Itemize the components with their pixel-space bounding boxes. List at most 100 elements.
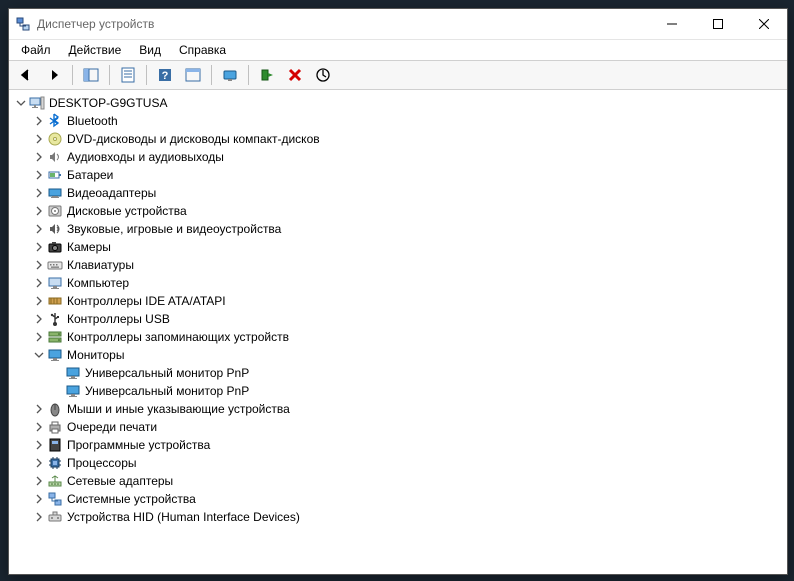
expand-icon[interactable] — [31, 257, 47, 273]
tree-category-node[interactable]: Компьютер — [11, 274, 785, 292]
menu-file[interactable]: Файл — [13, 41, 59, 59]
tree-category-node[interactable]: Мыши и иные указывающие устройства — [11, 400, 785, 418]
tree-category-node[interactable]: Устройства HID (Human Interface Devices) — [11, 508, 785, 526]
tree-node-label: Аудиовходы и аудиовыходы — [67, 148, 224, 166]
tree-device-node[interactable]: Универсальный монитор PnP — [11, 382, 785, 400]
toolbar-separator — [146, 65, 147, 85]
printer-icon — [47, 419, 63, 435]
expand-icon[interactable] — [31, 113, 47, 129]
tree-node-label: Контроллеры запоминающих устройств — [67, 328, 289, 346]
expand-icon[interactable] — [31, 311, 47, 327]
expand-icon[interactable] — [31, 203, 47, 219]
titlebar[interactable]: Диспетчер устройств — [9, 9, 787, 40]
expand-icon[interactable] — [31, 329, 47, 345]
tree-category-node[interactable]: DVD-дисководы и дисководы компакт-дисков — [11, 130, 785, 148]
scan-hardware-button[interactable] — [217, 62, 243, 88]
expand-icon[interactable] — [31, 221, 47, 237]
expand-icon[interactable] — [31, 149, 47, 165]
window-controls — [649, 9, 787, 39]
device-tree[interactable]: DESKTOP-G9GTUSABluetoothDVD-дисководы и … — [9, 90, 787, 574]
expand-icon[interactable] — [31, 293, 47, 309]
expand-icon[interactable] — [31, 401, 47, 417]
expand-icon[interactable] — [31, 473, 47, 489]
tree-category-node[interactable]: Батареи — [11, 166, 785, 184]
network-icon — [47, 473, 63, 489]
hid-icon — [47, 509, 63, 525]
close-button[interactable] — [741, 9, 787, 39]
tree-category-node[interactable]: Процессоры — [11, 454, 785, 472]
tree-category-node[interactable]: Системные устройства — [11, 490, 785, 508]
tree-category-node[interactable]: Звуковые, игровые и видеоустройства — [11, 220, 785, 238]
usb-icon — [47, 311, 63, 327]
tree-node-label: Звуковые, игровые и видеоустройства — [67, 220, 281, 238]
expand-icon[interactable] — [31, 239, 47, 255]
expand-icon[interactable] — [31, 491, 47, 507]
tree-device-node[interactable]: Универсальный монитор PnP — [11, 364, 785, 382]
minimize-button[interactable] — [649, 9, 695, 39]
tree-category-node[interactable]: Видеоадаптеры — [11, 184, 785, 202]
monitor-icon — [65, 383, 81, 399]
toolbar-separator — [109, 65, 110, 85]
tree-category-node[interactable]: Камеры — [11, 238, 785, 256]
maximize-button[interactable] — [695, 9, 741, 39]
properties-button[interactable] — [115, 62, 141, 88]
expand-icon[interactable] — [31, 167, 47, 183]
window-title: Диспетчер устройств — [37, 17, 649, 31]
expand-icon[interactable] — [31, 275, 47, 291]
expand-icon[interactable] — [31, 419, 47, 435]
tree-category-node[interactable]: Мониторы — [11, 346, 785, 364]
update-driver-button[interactable] — [310, 62, 336, 88]
expand-icon[interactable] — [31, 455, 47, 471]
device-manager-window: Диспетчер устройств Файл Действие Вид Сп… — [8, 8, 788, 575]
tree-category-node[interactable]: Клавиатуры — [11, 256, 785, 274]
tree-node-label: Сетевые адаптеры — [67, 472, 173, 490]
uninstall-device-button[interactable] — [282, 62, 308, 88]
disc-icon — [47, 131, 63, 147]
tree-node-label: Универсальный монитор PnP — [85, 382, 249, 400]
tree-node-label: Дисковые устройства — [67, 202, 187, 220]
collapse-icon[interactable] — [31, 347, 47, 363]
menu-action[interactable]: Действие — [61, 41, 130, 59]
expand-icon[interactable] — [31, 509, 47, 525]
monitor-icon — [47, 347, 63, 363]
sound-icon — [47, 221, 63, 237]
keyboard-icon — [47, 257, 63, 273]
forward-button[interactable] — [41, 62, 67, 88]
expand-icon[interactable] — [31, 131, 47, 147]
menu-view[interactable]: Вид — [131, 41, 169, 59]
collapse-icon[interactable] — [13, 95, 29, 111]
tree-category-node[interactable]: Очереди печати — [11, 418, 785, 436]
tree-node-label: DESKTOP-G9GTUSA — [49, 94, 167, 112]
menu-help[interactable]: Справка — [171, 41, 234, 59]
tree-category-node[interactable]: Контроллеры IDE ATA/ATAPI — [11, 292, 785, 310]
tree-root-node[interactable]: DESKTOP-G9GTUSA — [11, 94, 785, 112]
tree-category-node[interactable]: Аудиовходы и аудиовыходы — [11, 148, 785, 166]
system-icon — [47, 491, 63, 507]
back-button[interactable] — [13, 62, 39, 88]
display-adapter-icon — [47, 185, 63, 201]
tree-category-node[interactable]: Дисковые устройства — [11, 202, 785, 220]
bluetooth-icon — [47, 113, 63, 129]
show-hide-console-tree-button[interactable] — [78, 62, 104, 88]
tree-category-node[interactable]: Bluetooth — [11, 112, 785, 130]
tree-node-label: Контроллеры IDE ATA/ATAPI — [67, 292, 226, 310]
monitor-icon — [65, 365, 81, 381]
expand-icon[interactable] — [31, 185, 47, 201]
tree-category-node[interactable]: Контроллеры USB — [11, 310, 785, 328]
tree-node-label: Видеоадаптеры — [67, 184, 156, 202]
toolbar-separator — [248, 65, 249, 85]
computer-icon — [47, 275, 63, 291]
tree-category-node[interactable]: Программные устройства — [11, 436, 785, 454]
help-button[interactable]: ? — [152, 62, 178, 88]
tree-node-label: Очереди печати — [67, 418, 157, 436]
mouse-icon — [47, 401, 63, 417]
toolbar-separator — [72, 65, 73, 85]
toolbar: ? — [9, 60, 787, 90]
software-icon — [47, 437, 63, 453]
tree-node-label: Программные устройства — [67, 436, 210, 454]
expand-icon[interactable] — [31, 437, 47, 453]
tree-category-node[interactable]: Сетевые адаптеры — [11, 472, 785, 490]
tree-category-node[interactable]: Контроллеры запоминающих устройств — [11, 328, 785, 346]
enable-device-button[interactable] — [254, 62, 280, 88]
action-button[interactable] — [180, 62, 206, 88]
